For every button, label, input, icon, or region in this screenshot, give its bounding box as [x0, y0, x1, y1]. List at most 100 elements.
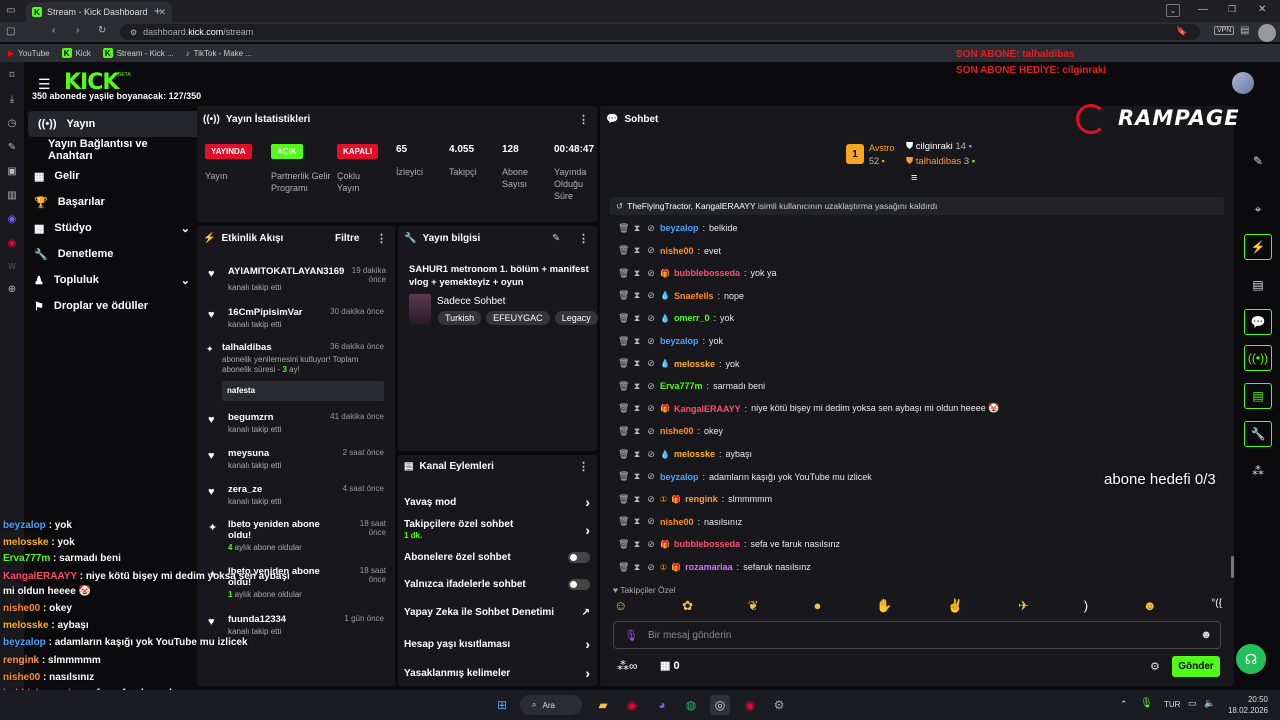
delete-message-icon[interactable]: 🗑: [618, 358, 629, 369]
close-window-icon[interactable]: ✕: [1258, 4, 1266, 15]
emote-icon[interactable]: ✋: [876, 598, 892, 614]
nav-denetleme[interactable]: 🔧 Denetleme: [24, 241, 194, 267]
mic-icon[interactable]: 🎙: [624, 629, 638, 642]
timeout-icon[interactable]: ⧗: [632, 449, 642, 460]
emote-icon[interactable]: ✈: [1018, 598, 1029, 614]
chat-scrollbar[interactable]: [1231, 556, 1234, 578]
send-button[interactable]: Gönder: [1172, 656, 1220, 677]
vivaldi-icon[interactable]: ◉: [8, 238, 17, 249]
support-icon[interactable]: ☊: [1236, 644, 1266, 674]
panel-icon[interactable]: ▢: [6, 26, 15, 37]
timeout-icon[interactable]: ⧗: [632, 562, 642, 573]
back-icon[interactable]: ‹: [52, 25, 55, 36]
delete-message-icon[interactable]: 🗑: [618, 268, 629, 279]
bookmark-tiktok[interactable]: ♪ TikTok - Make ...: [186, 49, 252, 58]
emote-icon[interactable]: ✿: [682, 598, 693, 614]
emote-icon[interactable]: ✌: [947, 598, 963, 614]
activity-menu-icon[interactable]: ⋮: [376, 232, 387, 245]
timeout-icon[interactable]: ⧗: [632, 539, 642, 550]
reload-icon[interactable]: ↻: [98, 25, 106, 36]
edit-icon[interactable]: ✎: [552, 233, 560, 244]
ban-icon[interactable]: ⊘: [646, 290, 656, 301]
tab-menu-icon[interactable]: ⌄: [1166, 4, 1180, 17]
emote-icon[interactable]: ☻: [1143, 598, 1157, 614]
timeout-icon[interactable]: ⧗: [632, 381, 642, 392]
slow-mode-row[interactable]: Yavaş mod ›: [404, 494, 590, 510]
store-icon[interactable]: ▦: [660, 660, 670, 672]
timeout-icon[interactable]: ⧗: [632, 313, 642, 324]
banned-words-row[interactable]: Yasaklanmış kelimeler ›: [404, 665, 590, 681]
volume-icon[interactable]: 🔈: [1204, 698, 1215, 709]
chevron-down-icon[interactable]: ⌄: [181, 274, 190, 287]
chevron-down-icon[interactable]: ⌄: [181, 222, 190, 235]
delete-message-icon[interactable]: 🗑: [618, 494, 629, 505]
chat-username[interactable]: rengink: [685, 494, 718, 504]
delete-message-icon[interactable]: 🗑: [618, 449, 629, 460]
ban-icon[interactable]: ⊘: [646, 562, 656, 573]
emote-icon[interactable]: °({: [1211, 598, 1222, 614]
chat-username[interactable]: Snaefells: [674, 291, 714, 301]
subs-only-toggle[interactable]: [568, 552, 590, 563]
delete-message-icon[interactable]: 🗑: [618, 313, 629, 324]
chat-shortcut-icon[interactable]: 💬: [1244, 309, 1272, 335]
ban-icon[interactable]: ⊘: [646, 381, 656, 392]
chat-username[interactable]: beyzalop: [660, 472, 699, 482]
bookmark-youtube[interactable]: ▶ YouTube: [8, 49, 50, 58]
edit-layout-icon[interactable]: ✎: [1244, 148, 1272, 174]
bookmark-kick[interactable]: K Kick: [61, 48, 91, 58]
ban-icon[interactable]: ⊘: [646, 539, 656, 550]
network-icon[interactable]: ▭: [1188, 698, 1197, 709]
url-bar[interactable]: ⚙ dashboard.kick.com/stream: [120, 24, 1200, 40]
bookmarks-icon[interactable]: ⌑: [9, 70, 14, 81]
nav-stream-key[interactable]: Yayın Bağlantısı ve Anahtarı: [24, 137, 194, 163]
chat-username[interactable]: melosske: [674, 359, 715, 369]
discord-icon[interactable]: ◕: [652, 695, 672, 715]
downloads-icon[interactable]: ⤓: [10, 94, 14, 105]
ai-moderation-row[interactable]: Yapay Zeka ile Sohbet Denetimi ↗: [404, 607, 590, 618]
ban-icon[interactable]: ⊘: [646, 245, 656, 256]
clock[interactable]: 20:50 18.02.2026: [1226, 694, 1268, 716]
timeout-icon[interactable]: ⧗: [632, 426, 642, 437]
timeout-icon[interactable]: ⧗: [632, 223, 642, 234]
broadcast-shortcut-icon[interactable]: ((•)): [1244, 345, 1272, 371]
timeout-icon[interactable]: ⧗: [632, 245, 642, 256]
delete-message-icon[interactable]: 🗑: [618, 516, 629, 527]
chat-settings-icon[interactable]: ⚙: [1150, 660, 1160, 673]
chat-username[interactable]: beyzalop: [660, 223, 699, 233]
user-avatar[interactable]: [1232, 72, 1254, 94]
ban-icon[interactable]: ⊘: [646, 403, 656, 414]
ban-icon[interactable]: ⊘: [646, 313, 656, 324]
timeout-icon[interactable]: ⧗: [632, 358, 642, 369]
windows-start-icon[interactable]: ⊞: [492, 695, 512, 715]
red-app-icon[interactable]: ◉: [740, 695, 760, 715]
ban-icon[interactable]: ⊘: [646, 494, 656, 505]
notes-icon[interactable]: ✎: [8, 142, 16, 153]
add-panel-icon[interactable]: ⊕: [8, 284, 16, 295]
ban-icon[interactable]: ⊘: [646, 426, 656, 437]
timeout-icon[interactable]: ⧗: [632, 516, 642, 527]
emotes-only-toggle[interactable]: [568, 579, 590, 590]
obs-icon[interactable]: ◎: [710, 695, 730, 715]
emoji-picker-icon[interactable]: ☻: [1200, 629, 1212, 641]
wiki-icon[interactable]: W: [8, 262, 16, 271]
ban-icon[interactable]: ⊘: [646, 268, 656, 279]
followers-only-row[interactable]: Takipçilere özel sohbet 1 dk. ›: [404, 519, 590, 541]
nav-droplar[interactable]: ⚑ Droplar ve ödüller: [24, 293, 194, 319]
profile-avatar[interactable]: [1258, 24, 1276, 42]
tag-chip[interactable]: EFEUYGAC: [486, 311, 550, 325]
ban-icon[interactable]: ⊘: [646, 516, 656, 527]
timeout-icon[interactable]: ⧗: [632, 336, 642, 347]
chat-username[interactable]: melosske: [674, 449, 715, 459]
chat-username[interactable]: rozamariaa: [685, 562, 733, 572]
nav-yayin[interactable]: ((•)) Yayın: [28, 111, 200, 137]
delete-message-icon[interactable]: 🗑: [618, 403, 629, 414]
notes-shortcut-icon[interactable]: ▤: [1244, 272, 1272, 298]
delete-message-icon[interactable]: 🗑: [618, 245, 629, 256]
wallet-icon[interactable]: ▤: [1240, 25, 1249, 36]
channel-actions-menu-icon[interactable]: ⋮: [578, 460, 589, 473]
settings-app-icon[interactable]: ⚙: [769, 695, 789, 715]
emote-icon[interactable]: ❦: [748, 598, 759, 614]
delete-message-icon[interactable]: 🗑: [618, 539, 629, 550]
nav-gelir[interactable]: ▦ Gelir: [24, 163, 194, 189]
taskbar-search[interactable]: ⌕ Ara: [520, 695, 582, 715]
